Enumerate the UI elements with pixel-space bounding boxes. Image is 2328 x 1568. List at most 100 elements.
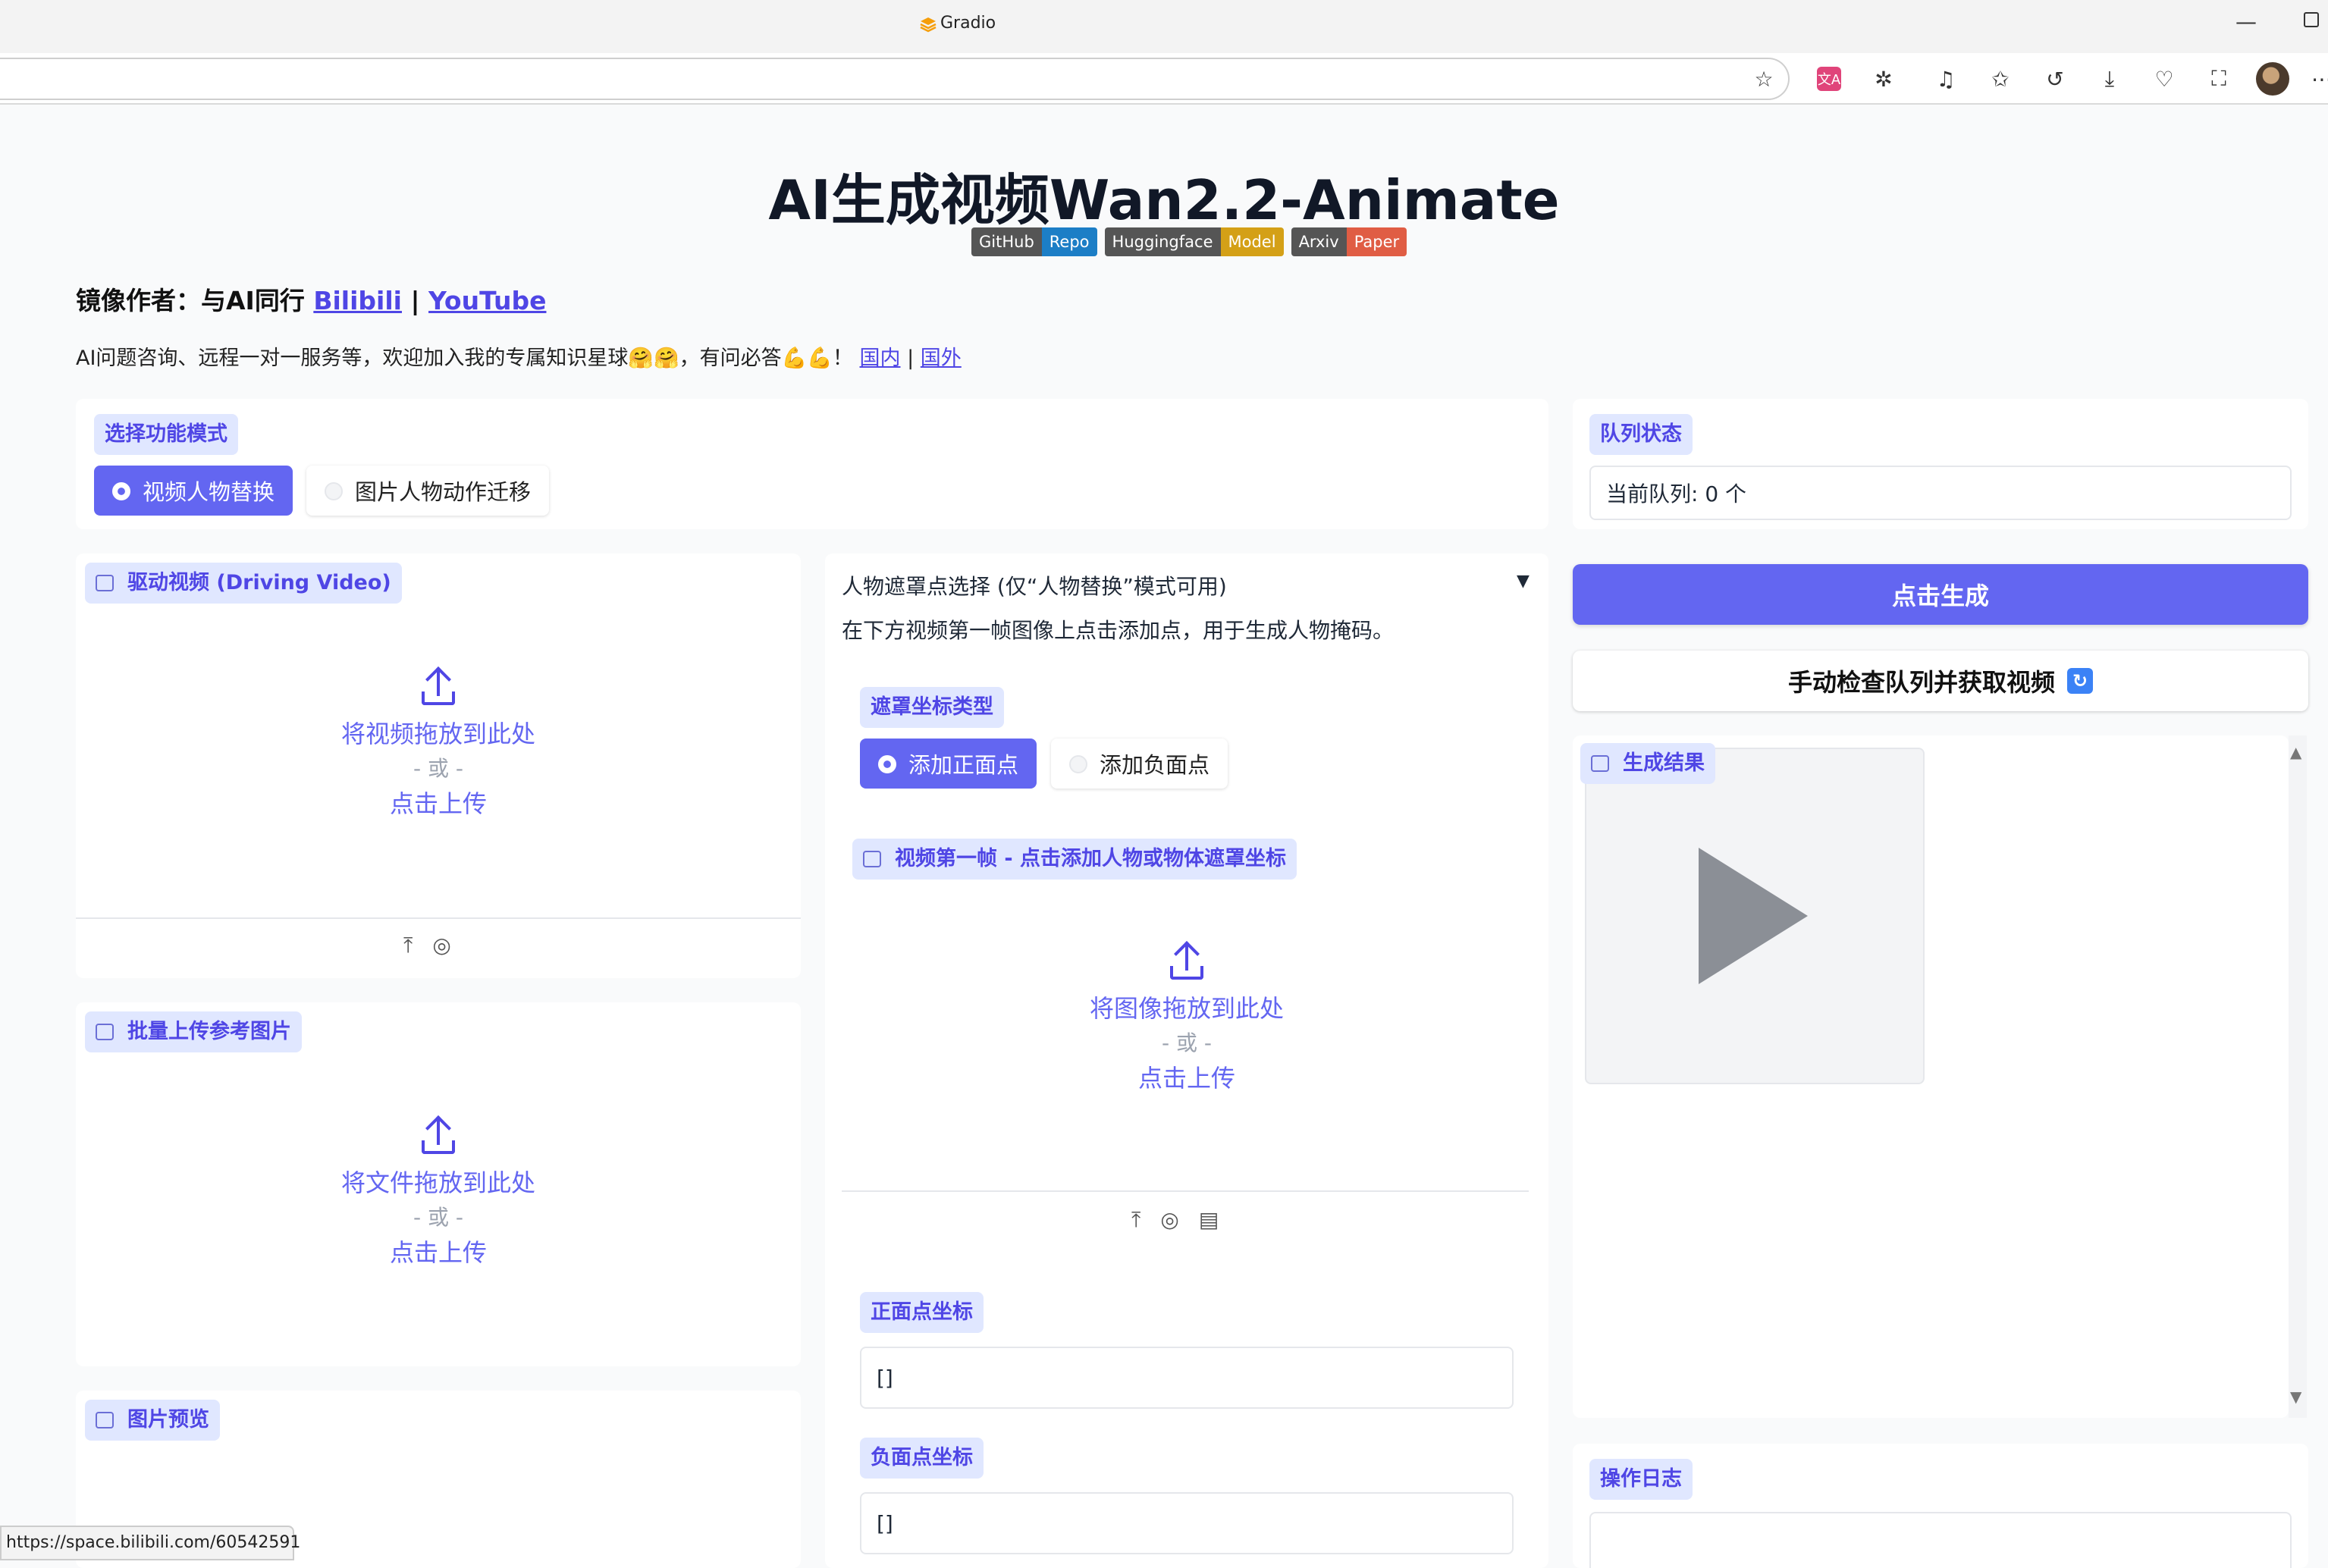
webcam-source-icon[interactable]: ◎ (432, 933, 450, 958)
clipboard-source-icon[interactable]: ▤ (1199, 1207, 1219, 1233)
result-scrollbar[interactable] (2289, 735, 2307, 1418)
badge-right-label: Paper (1346, 227, 1407, 256)
queue-panel: 队列状态 当前队列: 0 个 (1573, 399, 2308, 529)
window-restore-button[interactable] (2304, 12, 2319, 27)
gradio-logo-icon (920, 17, 937, 33)
huggingface-badge[interactable]: Huggingface Model (1104, 227, 1284, 256)
webcam-source-icon[interactable]: ◎ (1160, 1207, 1178, 1233)
author-line: 镜像作者：与AI同行 Bilibili | YouTube (76, 281, 546, 317)
domestic-link[interactable]: 国内 (860, 347, 901, 370)
arxiv-badge[interactable]: Arxiv Paper (1291, 227, 1407, 256)
image-icon (863, 851, 881, 867)
mask-accordion-title[interactable]: 人物遮罩点选择 (仅“人物替换”模式可用) (842, 570, 1227, 601)
negative-points-field[interactable]: [] (860, 1492, 1514, 1554)
mask-option-positive[interactable]: 添加正面点 (860, 739, 1037, 789)
radio-unselected-icon (325, 482, 343, 500)
video-camera-icon (96, 575, 114, 591)
batch-upload-panel: 批量上传参考图片 将文件拖放到此处 - 或 - 点击上传 (76, 1002, 801, 1366)
generate-button[interactable]: 点击生成 (1573, 564, 2308, 625)
window-minimize-button[interactable]: — (2235, 9, 2257, 34)
upload-icon (417, 666, 460, 708)
positive-points-field[interactable]: [] (860, 1347, 1514, 1409)
negative-points-label: 负面点坐标 (860, 1438, 984, 1479)
source-bar: ⤒ ◎ (403, 933, 451, 958)
youtube-link[interactable]: YouTube (428, 286, 546, 315)
author-prefix: 镜像作者：与AI同行 (76, 286, 305, 315)
log-label: 操作日志 (1589, 1459, 1693, 1500)
log-panel: 操作日志 (1573, 1444, 2308, 1568)
driving-video-dropzone[interactable]: 将视频拖放到此处 - 或 - 点击上传 (76, 666, 801, 822)
upload-icon (1166, 940, 1208, 983)
mode-label: 选择功能模式 (94, 414, 238, 455)
batch-upload-dropzone[interactable]: 将文件拖放到此处 - 或 - 点击上传 (76, 1115, 801, 1271)
play-icon[interactable] (1699, 848, 1808, 984)
upload-source-icon[interactable]: ⤒ (403, 933, 413, 958)
author-separator: | (410, 286, 420, 315)
click-upload-text: 点击上传 (389, 1238, 487, 1267)
browser-title-bar (0, 0, 2328, 53)
mode-option-label: 图片人物动作迁移 (355, 479, 532, 505)
download-icon[interactable]: ⤓ (2096, 65, 2123, 93)
driving-video-panel: 驱动视频 (Driving Video) 将视频拖放到此处 - 或 - 点击上传… (76, 554, 801, 978)
drop-text: 将文件拖放到此处 (340, 1168, 535, 1197)
source-bar: ⤒ ◎ ▤ (1131, 1207, 1219, 1233)
file-icon (96, 1024, 114, 1040)
promo-line: AI问题咨询、远程一对一服务等，欢迎加入我的专属知识星球🤗🤗，有问必答💪💪！ 国… (76, 341, 962, 371)
favorites-icon[interactable]: ✩ (1987, 65, 2014, 93)
positive-points-label: 正面点坐标 (860, 1292, 984, 1333)
mask-description: 在下方视频第一帧图像上点击添加点，用于生成人物掩码。 (842, 618, 1395, 643)
promo-separator: | (907, 347, 915, 370)
star-icon[interactable]: ☆ (1750, 65, 1777, 93)
url-input[interactable] (0, 58, 1790, 100)
chevron-down-icon[interactable]: ▼ (1517, 572, 1530, 591)
badge-left-label: GitHub (971, 227, 1042, 256)
click-upload-text: 点击上传 (389, 789, 487, 818)
divider (76, 917, 801, 919)
scroll-down-icon[interactable]: ▼ (2290, 1388, 2301, 1406)
radio-selected-icon (878, 755, 896, 773)
check-queue-button[interactable]: 手动检查队列并获取视频 ↻ (1573, 651, 2308, 711)
badge-left-label: Huggingface (1104, 227, 1221, 256)
mask-panel: 人物遮罩点选择 (仅“人物替换”模式可用) ▼ 在下方视频第一帧图像上点击添加点… (825, 554, 1548, 1568)
bilibili-link[interactable]: Bilibili (313, 286, 402, 315)
history-icon[interactable]: ↺ (2041, 65, 2069, 93)
radio-unselected-icon (1069, 755, 1087, 773)
scroll-up-icon[interactable]: ▲ (2290, 743, 2301, 761)
first-frame-dropzone[interactable]: 将图像拖放到此处 - 或 - 点击上传 (825, 940, 1548, 1096)
extensions-icon[interactable]: ✲ (1870, 65, 1897, 93)
upload-icon (417, 1115, 460, 1157)
translate-icon[interactable]: 文A (1815, 65, 1843, 93)
badge-row: GitHub Repo Huggingface Model Arxiv Pape… (971, 227, 1407, 256)
mode-panel: 选择功能模式 视频人物替换 图片人物动作迁移 (76, 399, 1548, 529)
profile-avatar[interactable] (2256, 62, 2289, 96)
image-icon (1591, 755, 1609, 772)
or-text: - 或 - (413, 1205, 463, 1230)
mask-option-label: 添加正面点 (908, 752, 1019, 778)
upload-source-icon[interactable]: ⤒ (1131, 1207, 1140, 1233)
log-field (1589, 1512, 2292, 1568)
media-icon[interactable]: ♫ (1932, 65, 1959, 93)
mask-option-negative[interactable]: 添加负面点 (1051, 739, 1228, 789)
badge-right-label: Model (1220, 227, 1284, 256)
mode-option-image-motion[interactable]: 图片人物动作迁移 (306, 466, 550, 516)
driving-video-label: 驱动视频 (Driving Video) (85, 563, 402, 604)
mode-option-video-replace[interactable]: 视频人物替换 (94, 466, 293, 516)
overseas-link[interactable]: 国外 (921, 347, 962, 370)
mask-type-label: 遮罩坐标类型 (860, 687, 1004, 728)
health-icon[interactable]: ♡ (2151, 65, 2178, 93)
first-frame-label: 视频第一帧 - 点击添加人物或物体遮罩坐标 (852, 839, 1297, 880)
mask-option-label: 添加负面点 (1100, 752, 1210, 778)
drop-text: 将图像拖放到此处 (1089, 994, 1284, 1023)
tab-title[interactable]: Gradio (940, 14, 996, 33)
click-upload-text: 点击上传 (1137, 1064, 1235, 1093)
screenshot-icon[interactable]: ⛶ (2205, 65, 2232, 93)
more-icon[interactable]: ⋯ (2308, 65, 2328, 93)
refresh-icon: ↻ (2067, 668, 2093, 694)
queue-label: 队列状态 (1589, 414, 1693, 455)
or-text: - 或 - (413, 756, 463, 781)
github-badge[interactable]: GitHub Repo (971, 227, 1097, 256)
page-title: AI生成视频Wan2.2-Animate (768, 168, 1560, 232)
image-icon (96, 1412, 114, 1428)
result-label: 生成结果 (1580, 743, 1715, 784)
queue-status-field: 当前队列: 0 个 (1589, 466, 2292, 520)
